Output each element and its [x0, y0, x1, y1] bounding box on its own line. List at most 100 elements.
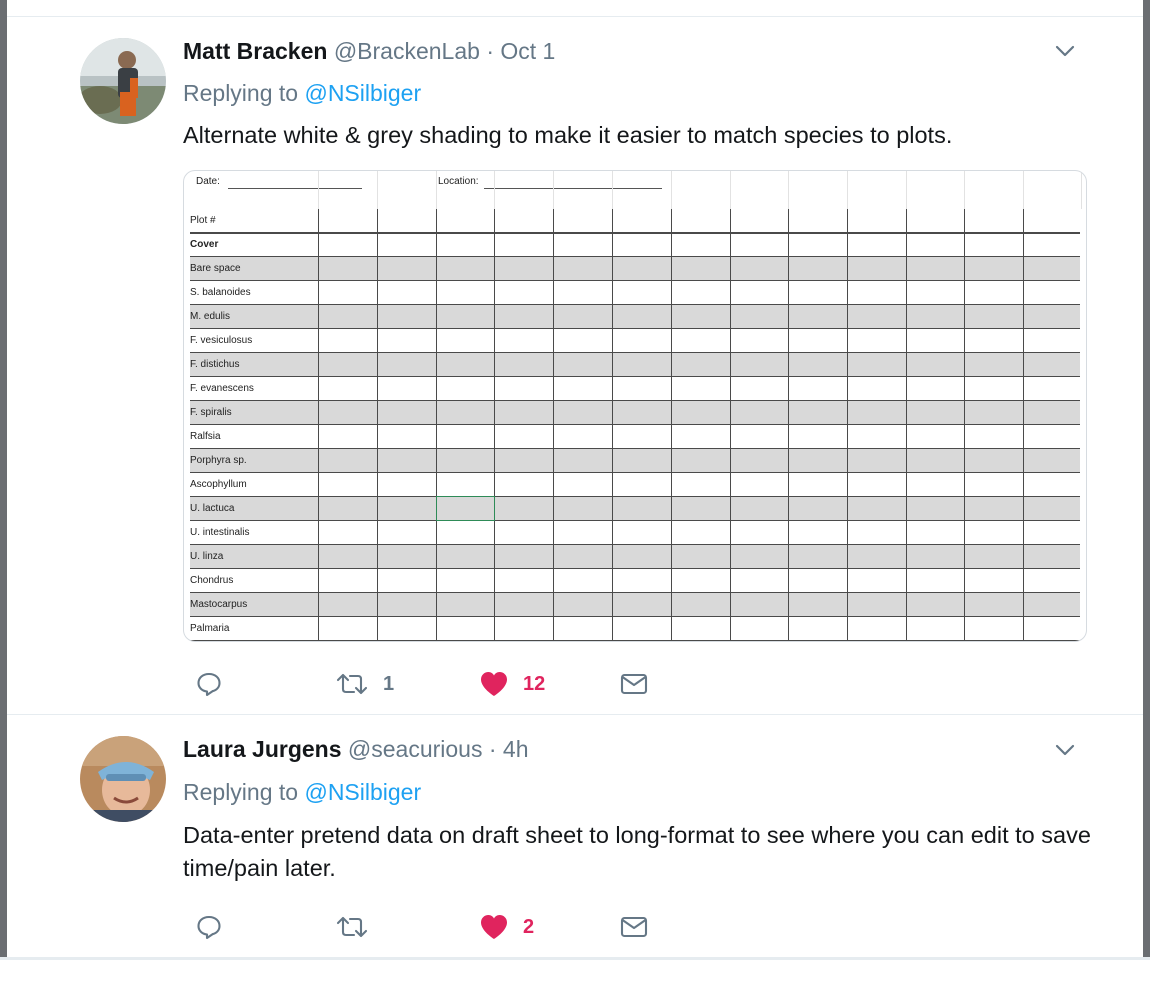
sheet-row-label: Ralfsia	[190, 431, 221, 442]
attached-image[interactable]: Date: Location: Plot # Cover Bare space S. …	[183, 170, 1087, 642]
shaded-row	[190, 545, 1080, 569]
direct-message-button[interactable]	[619, 666, 649, 702]
retweet-count: 1	[383, 672, 395, 695]
sheet-row-line	[190, 328, 1080, 329]
sheet-row-label: Cover	[190, 239, 219, 250]
tweet-actions: 2	[183, 909, 683, 945]
sheet-row-label: Mastocarpus	[190, 599, 248, 610]
sheet-column-line	[964, 209, 965, 641]
sheet-row-line	[190, 616, 1080, 617]
sheet-header-gridline	[964, 171, 965, 209]
tweet-actions: 1 12	[183, 666, 683, 702]
shaded-row	[190, 497, 1080, 521]
like-count: 12	[523, 672, 546, 695]
window-border-right	[1143, 0, 1150, 960]
shaded-row	[190, 449, 1080, 473]
sheet-row-line	[190, 640, 1080, 641]
replying-prefix: Replying to	[183, 80, 299, 106]
sheet-row-label: F. evanescens	[190, 383, 254, 394]
sheet-header-gridline	[612, 171, 613, 209]
mention-link[interactable]: @NSilbiger	[304, 779, 421, 805]
sheet-column-line	[847, 209, 848, 641]
direct-message-button[interactable]	[619, 909, 649, 945]
avatar[interactable]	[80, 38, 166, 124]
replying-to: Replying to @NSilbiger	[183, 78, 421, 108]
reply-button[interactable]	[195, 666, 237, 702]
shaded-row	[190, 401, 1080, 425]
sheet-row-line	[190, 520, 1080, 521]
timestamp[interactable]: 4h	[503, 736, 529, 762]
sheet-column-line	[906, 209, 907, 641]
avatar[interactable]	[80, 736, 166, 822]
replying-prefix: Replying to	[183, 779, 299, 805]
author-name[interactable]: Matt Bracken	[183, 38, 327, 64]
window-border-left	[0, 0, 7, 960]
sheet-header-gridline	[847, 171, 848, 209]
sheet-row-line	[190, 424, 1080, 425]
tweet-text: Data-enter pretend data on draft sheet t…	[183, 822, 1091, 881]
like-count: 2	[523, 915, 535, 938]
sheet-row-line	[190, 472, 1080, 473]
mention-link[interactable]: @NSilbiger	[304, 80, 421, 106]
window-border-bottom	[0, 957, 1150, 960]
sheet-column-line	[788, 209, 789, 641]
selected-cell[interactable]	[436, 496, 495, 521]
sheet-row-label: Chondrus	[190, 575, 234, 586]
tweet-text: Alternate white & grey shading to make i…	[183, 122, 953, 148]
retweet-icon	[336, 916, 368, 938]
like-button[interactable]: 12	[479, 666, 545, 702]
retweet-icon	[336, 673, 368, 695]
shaded-row	[190, 257, 1080, 281]
sheet-header-gridline	[553, 171, 554, 209]
sheet-location-label: Location:	[438, 176, 479, 187]
author-name[interactable]: Laura Jurgens	[183, 736, 342, 762]
sheet-row-label: U. linza	[190, 551, 224, 562]
spreadsheet-image: Date: Location: Plot # Cover Bare space S. …	[184, 171, 1086, 641]
sheet-row-label: S. balanoides	[190, 287, 251, 298]
sheet-header-gridline	[671, 171, 672, 209]
heart-icon	[481, 915, 507, 939]
author-handle[interactable]: @seacurious	[348, 736, 483, 762]
chevron-down-icon[interactable]	[1052, 737, 1078, 763]
sheet-row-label: Porphyra sp.	[190, 455, 247, 466]
tweet-reply[interactable]: Laura Jurgens @seacurious · 4h Replying …	[7, 715, 1143, 957]
sheet-row-line	[190, 376, 1080, 377]
sheet-row-label: Plot #	[190, 215, 216, 226]
tweet-reply[interactable]: Matt Bracken @BrackenLab · Oct 1 Replyin…	[7, 0, 1143, 714]
like-button[interactable]: 2	[479, 909, 534, 945]
sheet-row-label: Bare space	[190, 263, 241, 274]
reply-button[interactable]	[195, 909, 237, 945]
sheet-row-line	[190, 232, 1080, 234]
location-underline	[484, 188, 662, 189]
sheet-date-label: Date:	[196, 176, 220, 187]
sheet-row-label: M. edulis	[190, 311, 231, 322]
envelope-icon	[620, 916, 648, 938]
sheet-header-gridline	[1081, 171, 1082, 209]
chevron-down-icon[interactable]	[1052, 38, 1078, 64]
sheet-column-line	[612, 209, 613, 641]
sheet-row-label: Ascophyllum	[190, 479, 247, 490]
replying-to: Replying to @NSilbiger	[183, 777, 421, 807]
author-handle[interactable]: @BrackenLab	[334, 38, 480, 64]
sheet-header-gridline	[788, 171, 789, 209]
retweet-button[interactable]: 1	[335, 666, 394, 702]
sheet-header-gridline	[318, 171, 319, 209]
separator-dot: ·	[486, 38, 494, 64]
sheet-header-gridline	[1023, 171, 1024, 209]
speech-bubble-icon	[197, 915, 221, 940]
shaded-row	[190, 305, 1080, 329]
sheet-header-gridline	[436, 171, 437, 209]
timestamp[interactable]: Oct 1	[500, 38, 555, 64]
tweet-header: Matt Bracken @BrackenLab · Oct 1	[183, 36, 555, 66]
sheet-header-gridline	[730, 171, 731, 209]
sheet-row-label: U. intestinalis	[190, 527, 250, 538]
tweet-header: Laura Jurgens @seacurious · 4h	[183, 734, 529, 764]
retweet-button[interactable]	[335, 909, 383, 945]
sheet-column-line	[671, 209, 672, 641]
sheet-row-label: U. lactuca	[190, 503, 235, 514]
sheet-row-line	[190, 568, 1080, 569]
sheet-header-gridline	[906, 171, 907, 209]
separator-dot: ·	[488, 736, 497, 762]
sheet-column-line	[730, 209, 731, 641]
shaded-row	[190, 593, 1080, 617]
